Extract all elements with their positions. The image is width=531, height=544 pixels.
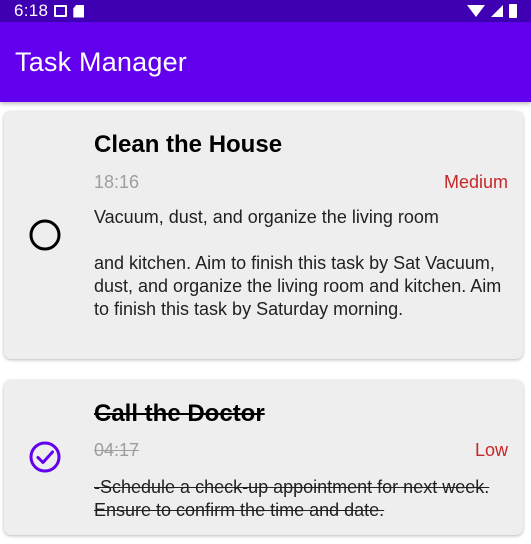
notification-icon [54,5,68,17]
task-card[interactable]: Call the Doctor 04:17 Low -Schedule a ch… [4,380,523,535]
status-right [467,4,517,18]
task-card[interactable]: Clean the House 18:16 Medium Vacuum, dus… [4,111,523,359]
task-time: 04:17 [94,440,140,460]
status-bar: 6:18 [0,0,531,22]
task-title: Call the Doctor [94,400,265,427]
wifi-icon [467,5,485,17]
task-description: -Schedule a check-up appointment for nex… [94,477,490,520]
battery-icon [509,4,517,18]
task-description: Vacuum, dust, and organize the living ro… [94,207,439,227]
app-bar: Task Manager [0,22,531,102]
task-description-continued: and kitchen. Aim to finish this task by … [94,253,502,319]
status-time: 6:18 [14,1,49,20]
task-title: Clean the House [94,131,283,158]
app-title: Task Manager [15,46,187,77]
task-time: 18:16 [94,172,140,192]
sd-card-icon [73,4,85,18]
task-priority: Low [474,440,508,460]
check-circle-icon[interactable] [28,440,62,474]
task-priority: Medium [443,172,508,192]
status-left: 6:18 [14,1,85,21]
signal-icon [491,5,503,17]
circle-outline-icon[interactable] [28,218,62,252]
